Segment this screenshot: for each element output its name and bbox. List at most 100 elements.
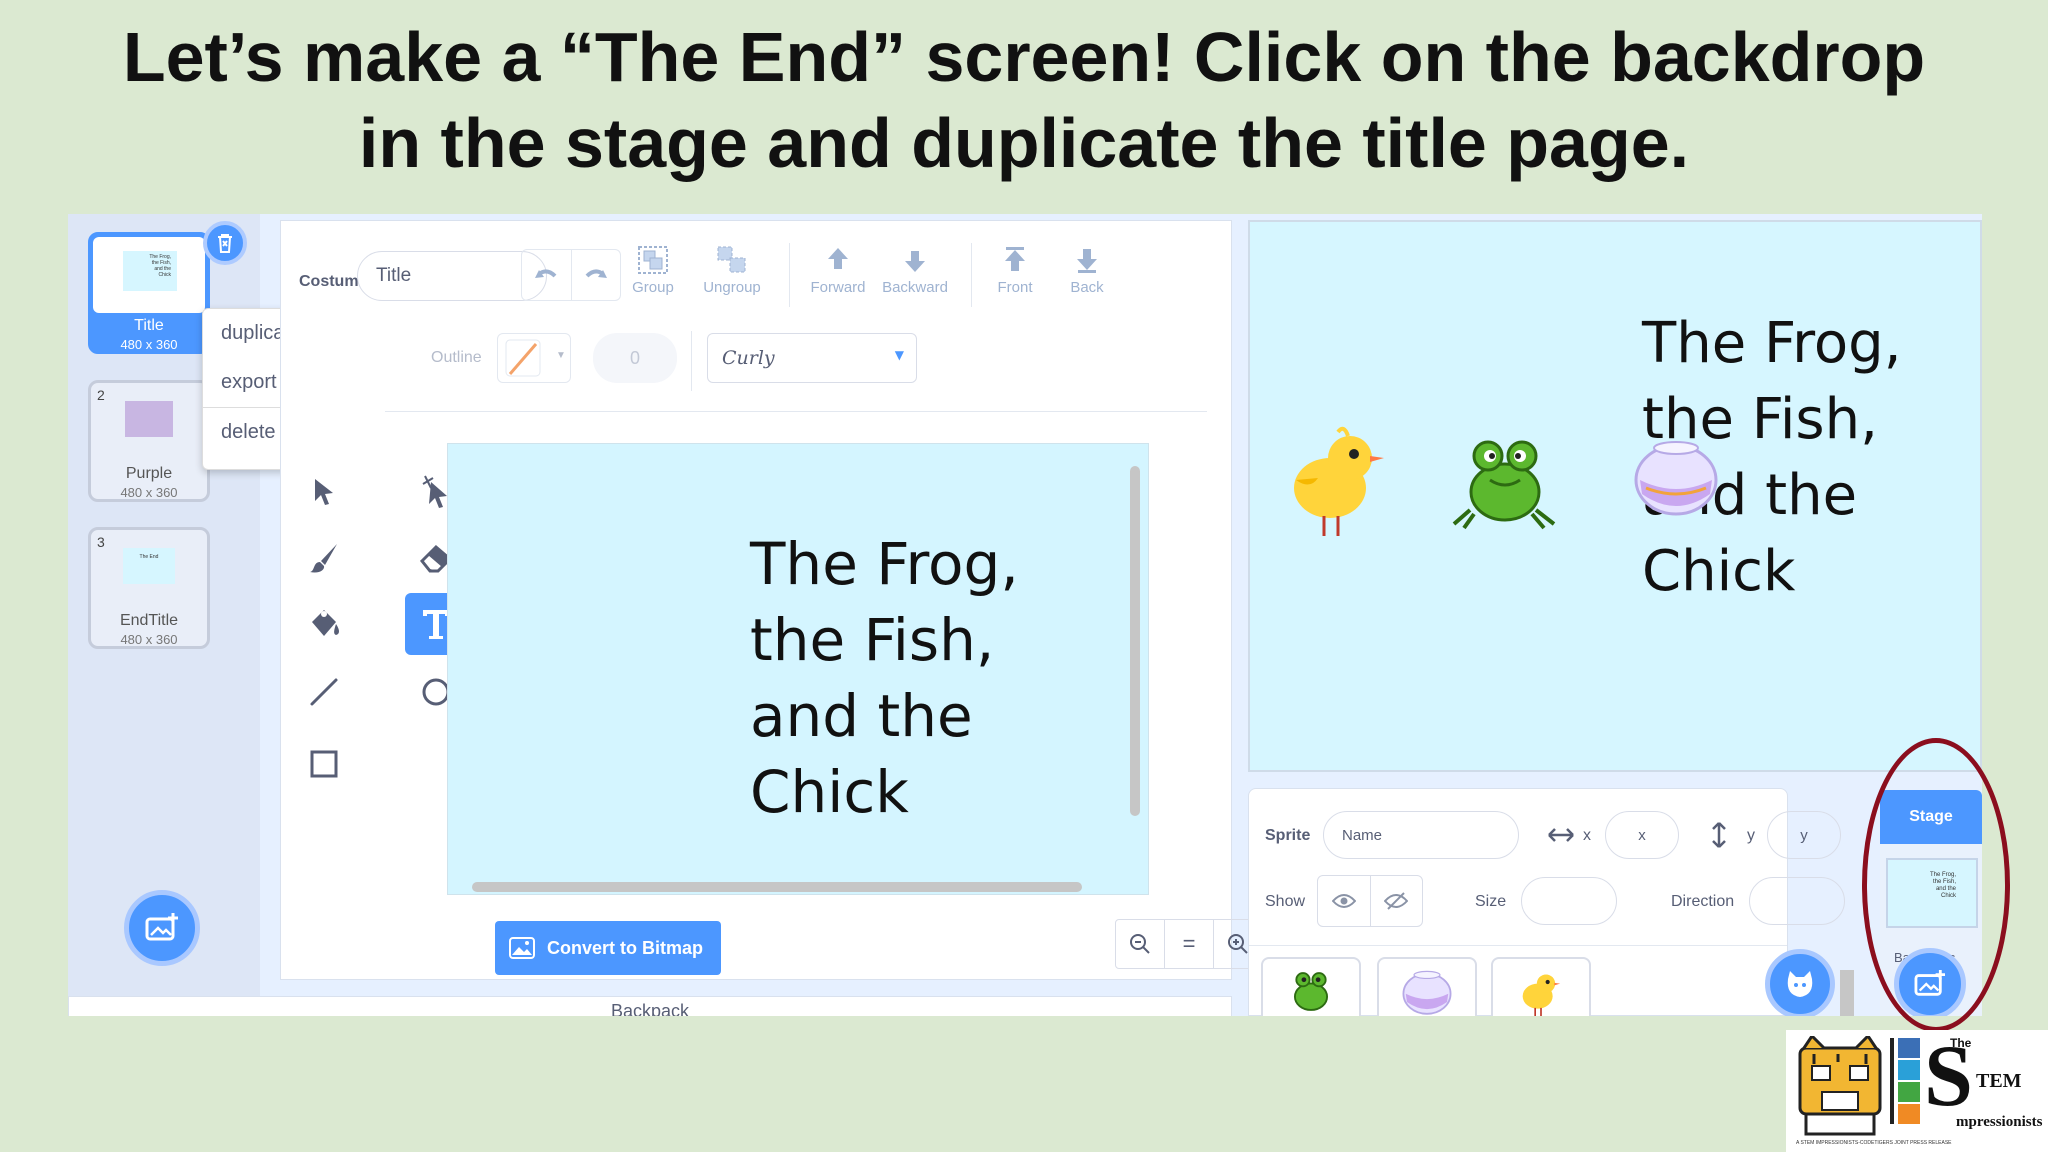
forward-label: Forward [810, 279, 866, 296]
back-button[interactable]: Back [1057, 245, 1117, 296]
stage[interactable]: The Frog, the Fish, and the Chick [1248, 220, 1982, 772]
font-select-value: Curly [722, 347, 775, 369]
choose-sprite-button[interactable] [1765, 949, 1835, 1016]
outline-color-picker[interactable]: ▼ [497, 333, 571, 383]
ungroup-label: Ungroup [703, 279, 761, 296]
logo-divider [1890, 1038, 1894, 1124]
convert-to-bitmap-label: Convert to Bitmap [547, 937, 704, 958]
vertical-scrollbar[interactable] [1130, 466, 1140, 816]
brush-tool[interactable] [293, 527, 355, 589]
outline-width-input[interactable]: 0 [593, 333, 677, 383]
paint-bucket-icon [312, 610, 339, 636]
logo-the: The [1950, 1036, 1972, 1050]
horizontal-arrows-icon [1548, 828, 1574, 842]
image-icon [509, 937, 535, 959]
no-color-swatch-icon [505, 339, 541, 377]
sprite-tile-fishbowl[interactable] [1377, 957, 1477, 1016]
select-tool[interactable] [293, 461, 355, 523]
sprite-tile-frog[interactable] [1261, 957, 1361, 1016]
canvas-text-block[interactable]: The Frog, the Fish, and the Chick [750, 526, 1019, 830]
eye-icon [1331, 894, 1356, 908]
fill-tool[interactable] [293, 593, 355, 655]
logo-tem: TEM [1976, 1070, 2022, 1092]
direction-input[interactable] [1749, 877, 1845, 925]
horizontal-scrollbar[interactable] [472, 882, 1082, 892]
back-icon [1077, 249, 1097, 273]
undo-button[interactable] [522, 250, 572, 300]
chick-sprite[interactable] [1288, 418, 1388, 538]
direction-label: Direction [1671, 893, 1735, 910]
ungroup-icon [717, 246, 746, 273]
paint-canvas[interactable]: The Frog, the Fish, and the Chick [447, 443, 1149, 895]
sprite-label: Sprite [1265, 827, 1311, 844]
show-label: Show [1265, 893, 1306, 910]
zoom-reset-button[interactable]: = [1165, 920, 1214, 968]
front-label: Front [997, 279, 1033, 296]
line-icon [310, 678, 338, 706]
logo-tagline: A STEM IMPRESSIONISTS-CODETIGERS JOINT P… [1796, 1140, 1952, 1146]
costume-tile-title[interactable]: 1 The Frog, the Fish, and the Chick Titl… [88, 221, 247, 354]
y-input[interactable]: y [1767, 811, 1841, 859]
front-button[interactable]: Front [985, 245, 1045, 296]
canvas-text-line: and the [750, 682, 973, 750]
back-label: Back [1070, 279, 1104, 296]
chick-thumbnail [1522, 974, 1561, 1016]
costume-size: 480 x 360 [120, 632, 178, 647]
sprite-list-scrollbar[interactable] [1840, 970, 1854, 1016]
logo-icon-column [1898, 1038, 1920, 1126]
zoom-in-icon [1228, 934, 1248, 954]
toolbar-divider [385, 411, 1207, 412]
backward-icon [905, 251, 925, 272]
toolbar-divider [971, 243, 972, 307]
thumb-line: Chick [158, 272, 171, 278]
forward-button[interactable]: Forward [803, 245, 873, 296]
frog-sprite[interactable] [1450, 434, 1560, 530]
costume-name: Purple [125, 465, 173, 482]
choose-backdrop-button[interactable] [124, 890, 200, 966]
costume-tile-purple[interactable]: 2 Purple 480 x 360 [88, 380, 210, 502]
line-tool[interactable] [293, 661, 355, 723]
zoom-out-button[interactable] [1116, 920, 1165, 968]
highlight-oval [1862, 738, 2010, 1032]
redo-icon [585, 269, 607, 278]
backpack-bar[interactable]: Backpack [68, 996, 1232, 1016]
fishbowl-sprite[interactable] [1632, 438, 1720, 516]
scratch-editor: 1 The Frog, the Fish, and the Chick Titl… [68, 214, 1982, 1016]
delete-costume-button[interactable] [203, 221, 247, 265]
instruction-headline: Let’s make a “The End” screen! Click on … [0, 14, 2048, 186]
stage-text-line: Chick [1642, 539, 1796, 604]
frog-thumbnail [1293, 972, 1329, 1011]
sprite-info-pane: Sprite Name x x y y Show Size Direction [1248, 788, 1845, 1016]
zoom-out-icon [1130, 934, 1150, 954]
outline-label: Outline [431, 349, 482, 366]
stem-impressionists-logo: S The TEM mpressionists A STEM IMPRESSIO… [1786, 1030, 2048, 1152]
x-input[interactable]: x [1605, 811, 1679, 859]
costume-thumbnail: The Frog, the Fish, and the Chick [123, 251, 177, 291]
redo-button[interactable] [572, 250, 621, 300]
font-select[interactable]: Curly ▼ [707, 333, 917, 383]
chevron-down-icon: ▼ [894, 348, 904, 362]
costume-number: 2 [97, 387, 105, 403]
ungroup-button[interactable]: Ungroup [697, 245, 767, 296]
add-image-icon [145, 913, 178, 941]
costume-size: 480 x 360 [120, 337, 178, 352]
costume-name-input[interactable]: Title [357, 251, 547, 301]
size-label: Size [1475, 893, 1507, 910]
show-hidden-button[interactable] [1371, 876, 1423, 926]
backward-button[interactable]: Backward [877, 245, 953, 296]
eye-slash-icon [1384, 892, 1409, 910]
front-icon [1005, 247, 1025, 271]
costume-tile-endtitle[interactable]: 3 The End EndTitle 480 x 360 [88, 527, 210, 649]
group-button[interactable]: Group [625, 245, 681, 296]
show-visible-button[interactable] [1318, 876, 1371, 926]
vertical-arrows-icon [1712, 822, 1726, 848]
sprite-name-input[interactable]: Name [1323, 811, 1519, 859]
size-input[interactable] [1521, 877, 1617, 925]
undo-icon [535, 269, 557, 278]
convert-to-bitmap-button[interactable]: Convert to Bitmap [495, 921, 721, 975]
costume-name: EndTitle [119, 612, 179, 629]
arrow-cursor-icon [315, 479, 333, 505]
sprite-tile-chick[interactable] [1491, 957, 1591, 1016]
rectangle-tool[interactable] [293, 733, 355, 795]
costume-number: 3 [97, 534, 105, 550]
